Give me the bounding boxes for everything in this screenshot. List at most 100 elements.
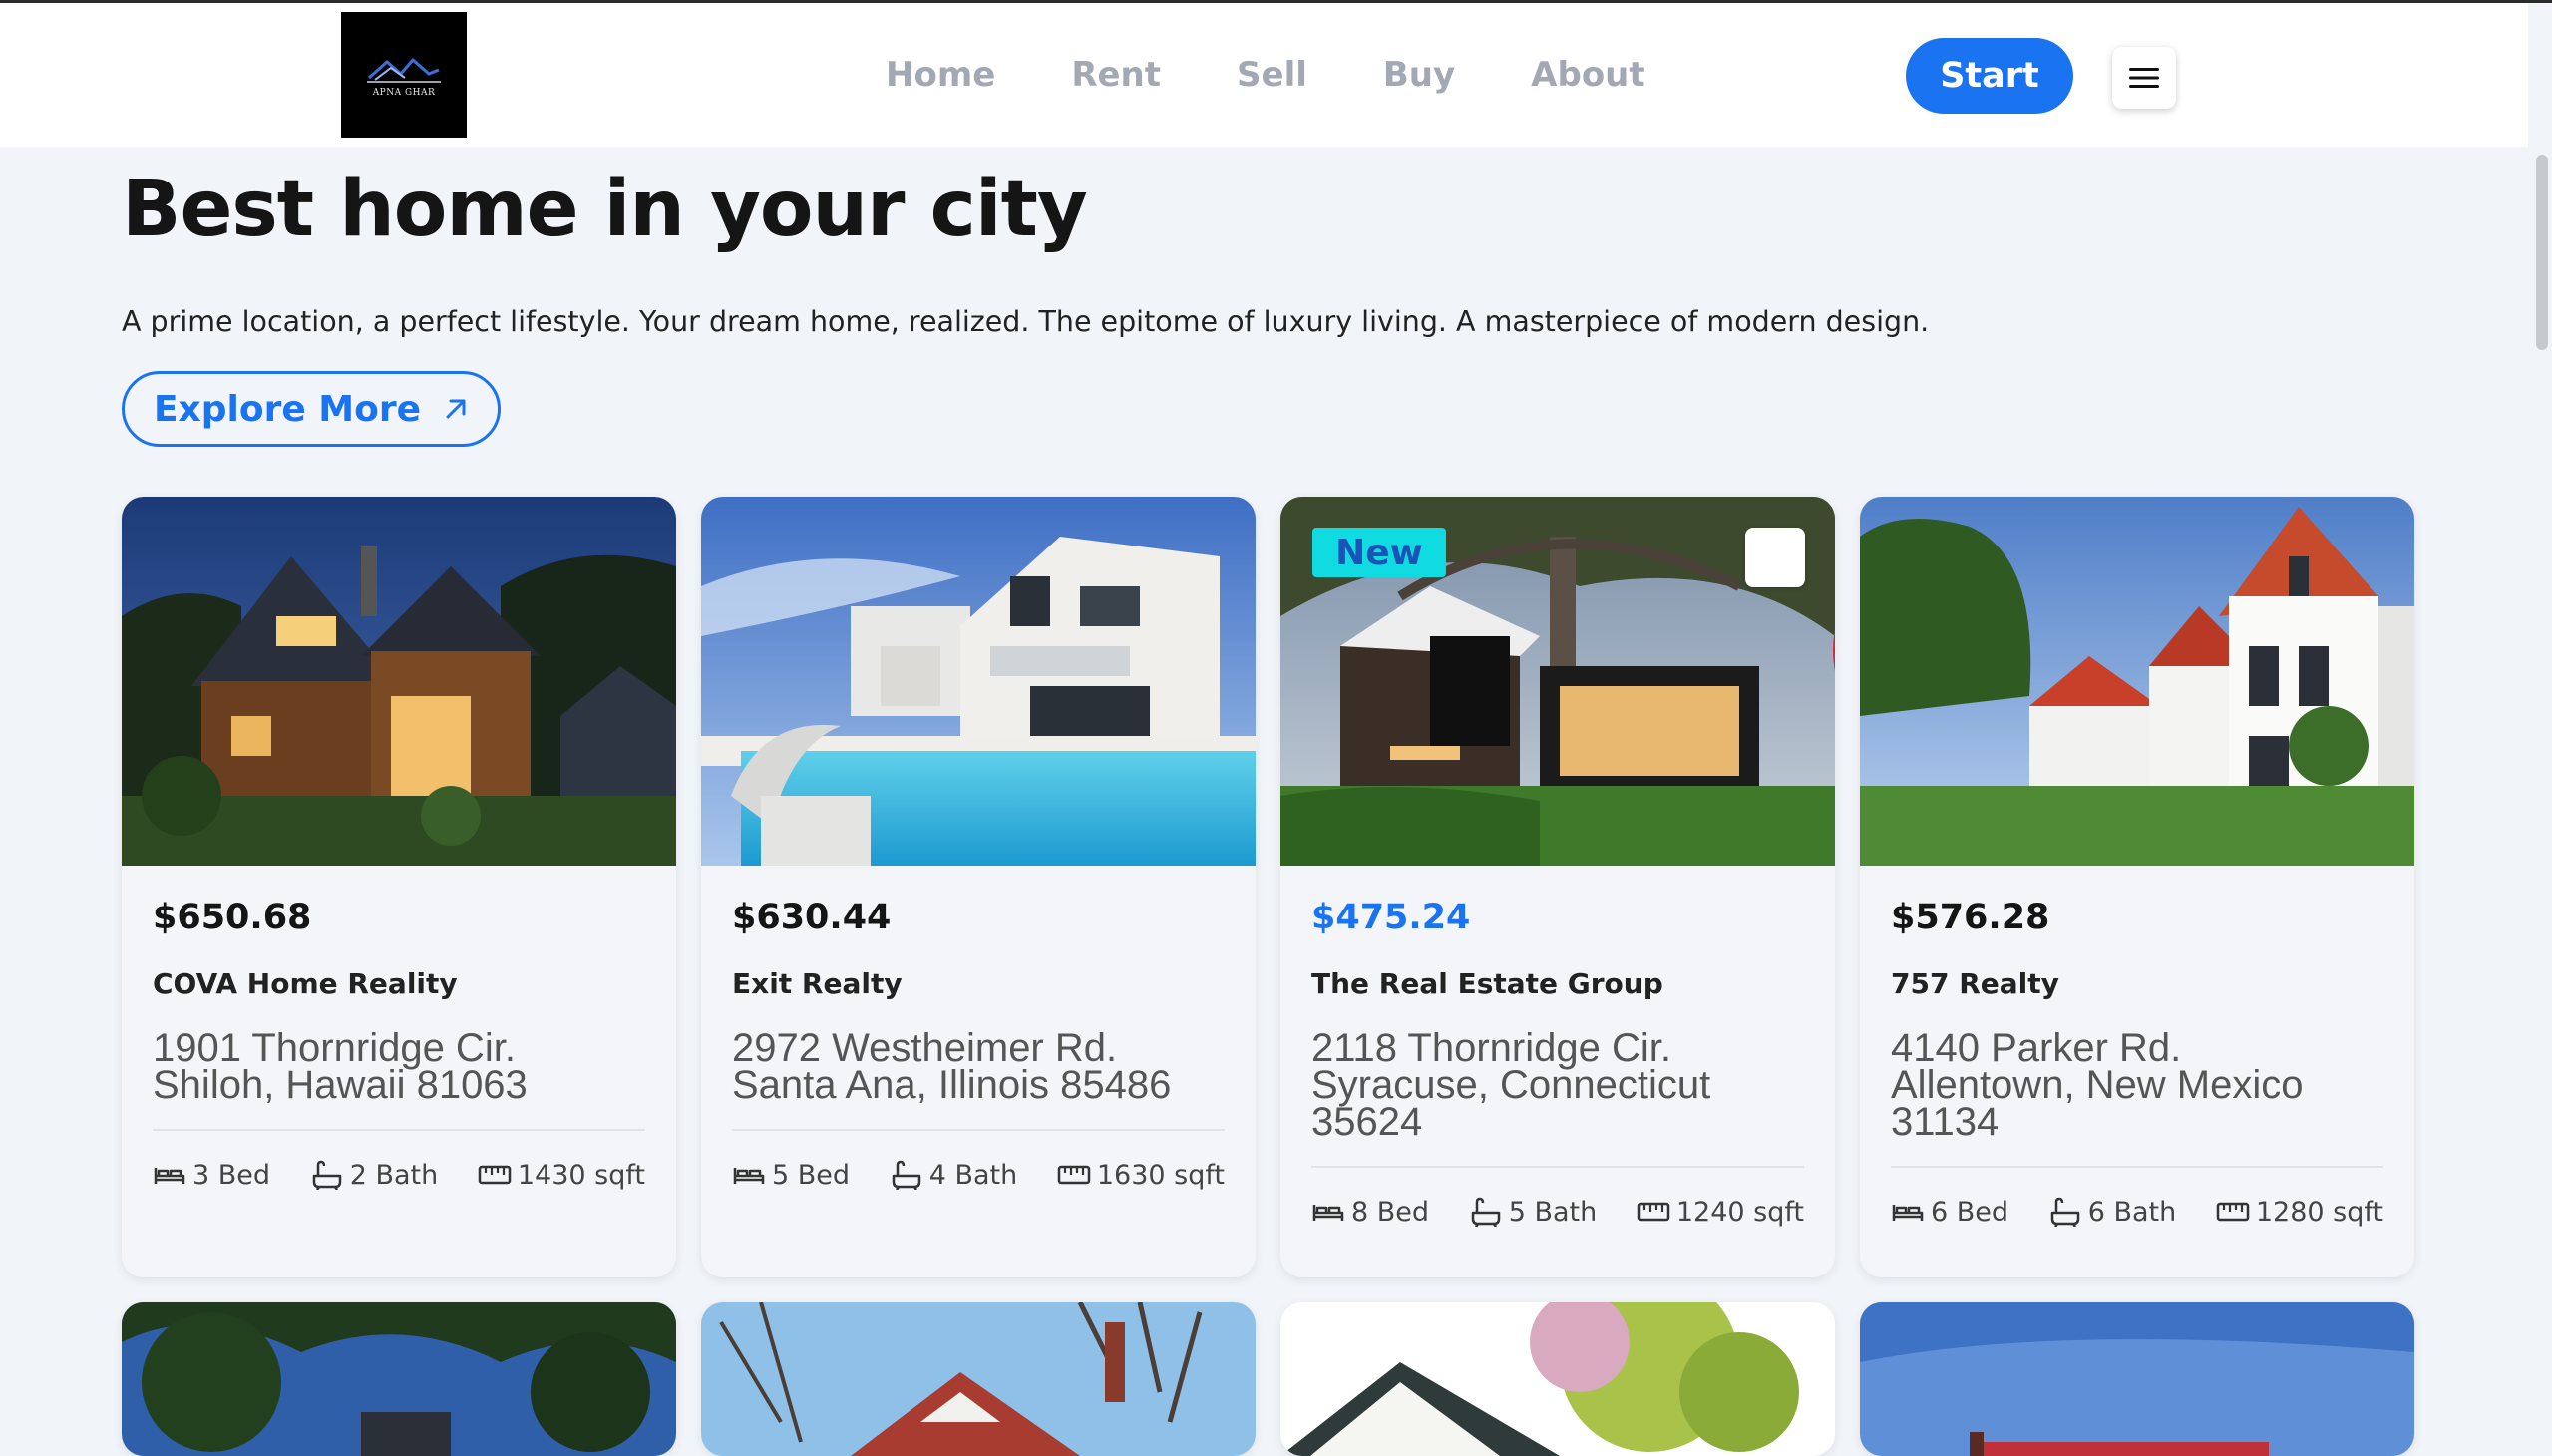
listing-agency: The Real Estate Group (1311, 967, 1663, 1000)
ruler-icon (478, 1165, 512, 1185)
house-photo-icon (1280, 1302, 1835, 1456)
listing-price: $576.28 (1891, 898, 2050, 937)
hero-title: Best home in your city (122, 165, 1088, 254)
bed-count: 6 Bed (1931, 1196, 2009, 1228)
logo-house-icon (367, 57, 441, 83)
bath-icon (2050, 1197, 2079, 1227)
house-photo-icon (701, 1302, 1256, 1456)
listing-price: $630.44 (732, 898, 892, 937)
bath-count: 4 Bath (928, 1159, 1018, 1191)
area-size: 1240 sqft (1675, 1196, 1804, 1228)
nav-sell[interactable]: Sell (1237, 55, 1307, 95)
stat-area: 1240 sqft (1637, 1197, 1804, 1228)
listing-stats: 6 Bed 6 Bath 1280 sqft (1891, 1168, 2383, 1256)
hamburger-icon (2129, 68, 2159, 88)
listing-address: 2972 Westheimer Rd. Santa Ana, Illinois … (732, 1026, 1225, 1107)
house-photo-icon (1860, 497, 2414, 866)
stat-area: 1280 sqft (2216, 1197, 2383, 1228)
listing-photo[interactable] (701, 497, 1256, 866)
stat-bed: 8 Bed (1311, 1197, 1429, 1228)
house-photo-icon (122, 1302, 676, 1456)
ruler-icon (1637, 1202, 1670, 1222)
address-line-2: Shiloh, Hawaii 81063 (153, 1063, 528, 1107)
stat-bath: 2 Bath (310, 1159, 439, 1191)
bed-count: 8 Bed (1351, 1196, 1430, 1228)
listing-address: 4140 Parker Rd. Allentown, New Mexico 31… (1891, 1026, 2383, 1144)
listing-photo[interactable] (122, 497, 676, 866)
address-line-1: 4140 Parker Rd. (1891, 1026, 2182, 1070)
site-header: APNA GHAR Home Rent Sell Buy About Start (0, 3, 2528, 147)
listing-card[interactable]: $650.68 COVA Home Reality 1901 Thornridg… (122, 497, 676, 1277)
listing-card[interactable] (1860, 1302, 2414, 1456)
explore-more-button[interactable]: Explore More (122, 371, 501, 447)
stat-bed: 3 Bed (153, 1160, 270, 1191)
listing-address: 2118 Thornridge Cir. Syracuse, Connectic… (1311, 1026, 1804, 1144)
house-photo-icon (701, 497, 1256, 866)
house-photo-icon (122, 497, 676, 866)
bath-count: 2 Bath (349, 1159, 439, 1191)
bed-count: 5 Bed (772, 1159, 851, 1191)
bath-icon (1471, 1197, 1500, 1227)
main-nav: Home Rent Sell Buy About (886, 3, 1645, 147)
area-size: 1430 sqft (517, 1159, 645, 1191)
listing-photo[interactable] (1860, 497, 2414, 866)
ruler-icon (2216, 1202, 2250, 1222)
address-line-2: Allentown, New Mexico 31134 (1891, 1063, 2304, 1144)
stat-bath: 5 Bath (1469, 1196, 1598, 1228)
nav-about[interactable]: About (1531, 55, 1644, 95)
stat-bath: 6 Bath (2048, 1196, 2177, 1228)
listing-agency: 757 Realty (1891, 967, 2059, 1000)
logo[interactable]: APNA GHAR (341, 12, 467, 138)
listing-card[interactable]: $576.28 757 Realty 4140 Parker Rd. Allen… (1860, 497, 2414, 1277)
bed-icon (154, 1168, 185, 1184)
listing-card[interactable] (1280, 1302, 1835, 1456)
bed-icon (1892, 1205, 1924, 1221)
listing-stats: 5 Bed 4 Bath 1630 sqft (732, 1131, 1225, 1219)
address-line-2: Syracuse, Connecticut 35624 (1311, 1063, 1711, 1144)
area-size: 1280 sqft (2255, 1196, 2383, 1228)
bed-icon (1312, 1205, 1344, 1221)
bath-icon (892, 1160, 920, 1190)
address-line-1: 2972 Westheimer Rd. (732, 1026, 1118, 1070)
listing-card[interactable]: New $475.24 The Real Estate Group 2118 T… (1280, 497, 1835, 1277)
stat-bath: 4 Bath (890, 1159, 1018, 1191)
listing-card[interactable] (122, 1302, 676, 1456)
scrollbar-thumb[interactable] (2536, 155, 2548, 350)
bed-count: 3 Bed (192, 1159, 271, 1191)
bath-count: 5 Bath (1508, 1196, 1598, 1228)
start-button[interactable]: Start (1906, 38, 2073, 114)
bath-icon (312, 1160, 341, 1190)
listing-card[interactable]: $630.44 Exit Realty 2972 Westheimer Rd. … (701, 497, 1256, 1277)
bed-icon (733, 1168, 765, 1184)
explore-more-label: Explore More (153, 388, 422, 430)
arrow-up-right-icon (446, 399, 466, 419)
listing-agency: Exit Realty (732, 967, 903, 1000)
logo-text: APNA GHAR (372, 88, 436, 98)
ruler-icon (1057, 1165, 1091, 1185)
favorite-button[interactable] (1745, 528, 1835, 671)
area-size: 1630 sqft (1096, 1159, 1225, 1191)
listing-card[interactable] (701, 1302, 1256, 1456)
listing-photo[interactable]: New (1280, 497, 1835, 866)
hero-subtitle: A prime location, a perfect lifestyle. Y… (122, 305, 1930, 338)
new-badge: New (1312, 528, 1446, 577)
address-line-1: 2118 Thornridge Cir. (1311, 1026, 1671, 1070)
nav-home[interactable]: Home (886, 55, 995, 95)
listing-stats: 3 Bed 2 Bath 1430 sqft (153, 1131, 645, 1219)
address-line-1: 1901 Thornridge Cir. (153, 1026, 516, 1070)
address-line-2: Santa Ana, Illinois 85486 (732, 1063, 1172, 1107)
listing-stats: 8 Bed 5 Bath 1240 sqft (1311, 1168, 1804, 1256)
nav-buy[interactable]: Buy (1383, 55, 1455, 95)
heart-icon (1833, 629, 1835, 671)
stat-bed: 6 Bed (1891, 1197, 2008, 1228)
bath-count: 6 Bath (2087, 1196, 2177, 1228)
nav-rent[interactable]: Rent (1071, 55, 1161, 95)
listing-address: 1901 Thornridge Cir. Shiloh, Hawaii 8106… (153, 1026, 645, 1107)
listing-price: $475.24 (1311, 898, 1471, 937)
listing-price: $650.68 (153, 898, 312, 937)
stat-area: 1630 sqft (1057, 1160, 1225, 1191)
stat-area: 1430 sqft (478, 1160, 645, 1191)
house-photo-icon (1860, 1302, 2414, 1456)
menu-button[interactable] (2112, 47, 2176, 109)
stat-bed: 5 Bed (732, 1160, 850, 1191)
